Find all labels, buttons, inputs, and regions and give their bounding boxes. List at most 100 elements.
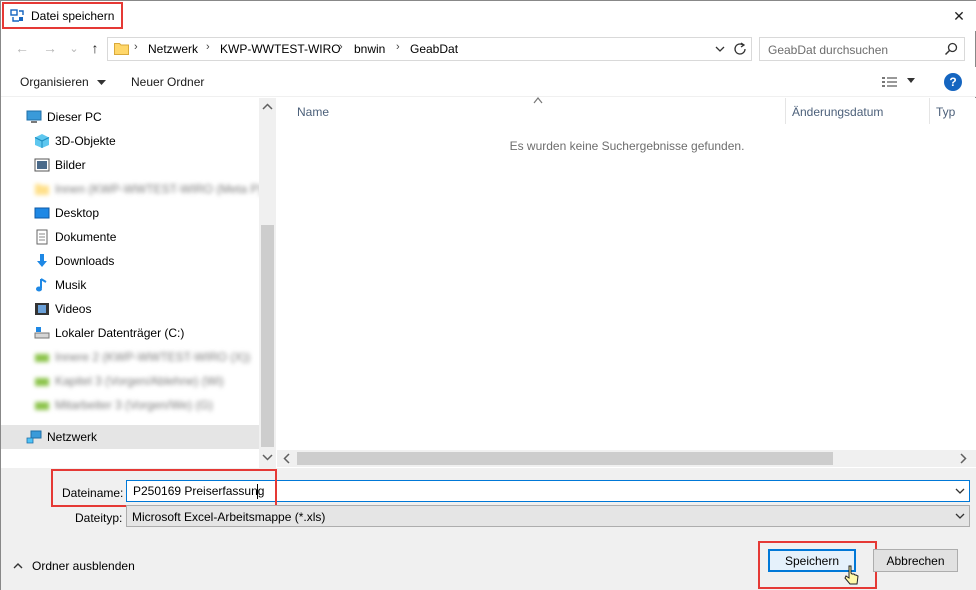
filetype-value: Microsoft Excel-Arbeitsmappe (*.xls) bbox=[132, 510, 326, 524]
arrow-right-icon: → bbox=[43, 40, 57, 56]
arrow-left-icon: ← bbox=[15, 40, 29, 56]
breadcrumb-separator: › bbox=[206, 41, 210, 53]
title-bar: Datei speichern ✕ bbox=[1, 1, 976, 31]
breadcrumb-separator: › bbox=[339, 41, 343, 53]
close-button[interactable]: ✕ bbox=[941, 1, 976, 31]
chevron-down-icon[interactable] bbox=[906, 77, 916, 85]
filename-highlight-box bbox=[51, 469, 277, 507]
nav-item-dieser-pc[interactable]: Dieser PC bbox=[1, 105, 259, 129]
nav-label: Lokaler Datenträger (C:) bbox=[55, 326, 185, 340]
documents-icon bbox=[36, 229, 48, 245]
file-list-scrollbar[interactable] bbox=[277, 450, 976, 467]
folder-icon bbox=[35, 184, 49, 195]
breadcrumb-separator: › bbox=[396, 41, 400, 53]
save-form: Dateiname: Dateityp: P250169 Preiserfass… bbox=[1, 468, 976, 590]
nav-label: Desktop bbox=[55, 206, 100, 220]
network-drive-icon bbox=[35, 354, 49, 362]
hide-folders-label: Ordner ausblenden bbox=[32, 559, 135, 573]
nav-scrollbar-thumb[interactable] bbox=[261, 225, 274, 447]
nav-item-musik[interactable]: Musik bbox=[1, 273, 259, 297]
search-placeholder: GeabDat durchsuchen bbox=[768, 43, 889, 57]
desktop-icon bbox=[34, 207, 50, 219]
network-icon bbox=[26, 430, 42, 444]
music-icon bbox=[36, 278, 47, 292]
column-divider[interactable] bbox=[929, 98, 930, 124]
chevron-down-icon[interactable] bbox=[955, 487, 965, 495]
organize-label: Organisieren bbox=[20, 75, 89, 89]
breadcrumb-geabdat[interactable]: GeabDat bbox=[410, 42, 458, 56]
dialog-title: Datei speichern bbox=[31, 9, 115, 23]
view-options-icon[interactable] bbox=[881, 75, 899, 89]
save-dialog-icon bbox=[10, 9, 24, 22]
nav-item-blurred-drive-3[interactable]: Mitarbeiter 3 (Vorgen/We) (G) bbox=[1, 393, 259, 417]
sort-ascending-icon bbox=[533, 97, 543, 104]
nav-label: Innere 2 (KWP-WWTEST-WIRO (X)) bbox=[55, 350, 251, 364]
address-bar[interactable]: › Netzwerk › KWP-WWTEST-WIRO › bnwin › G… bbox=[107, 37, 752, 61]
address-row: ← → ⌄ ↑ › Netzwerk › KWP-WWTEST-WIRO › b… bbox=[1, 35, 976, 63]
file-list-scrollbar-thumb[interactable] bbox=[297, 452, 833, 465]
column-header-date[interactable]: Änderungsdatum bbox=[792, 105, 883, 119]
save-button[interactable]: Speichern bbox=[768, 549, 856, 572]
refresh-icon[interactable] bbox=[731, 40, 751, 58]
folder-icon bbox=[114, 43, 129, 55]
arrow-up-icon: ↑ bbox=[91, 40, 99, 56]
back-button[interactable]: ← bbox=[13, 39, 31, 57]
scroll-down-icon[interactable] bbox=[262, 452, 273, 462]
nav-item-bilder[interactable]: Bilder bbox=[1, 153, 259, 177]
nav-item-blurred-drive-2[interactable]: Kapitel 3 (Vorgen/Ablehne) (Wi) bbox=[1, 369, 259, 393]
help-icon[interactable]: ? bbox=[944, 73, 962, 91]
close-icon: ✕ bbox=[953, 7, 965, 24]
nav-item-3d-objekte[interactable]: 3D-Objekte bbox=[1, 129, 259, 153]
cube-icon bbox=[34, 134, 50, 148]
new-folder-label: Neuer Ordner bbox=[131, 75, 205, 89]
nav-label: 3D-Objekte bbox=[55, 134, 116, 148]
breadcrumb-server[interactable]: KWP-WWTEST-WIRO bbox=[220, 42, 341, 56]
download-icon bbox=[37, 254, 47, 267]
nav-label: Kapitel 3 (Vorgen/Ablehne) (Wi) bbox=[55, 374, 224, 388]
network-drive-icon bbox=[35, 402, 49, 410]
scroll-right-icon[interactable] bbox=[958, 453, 968, 464]
filetype-select[interactable]: Microsoft Excel-Arbeitsmappe (*.xls) bbox=[126, 505, 970, 527]
hide-folders-button[interactable]: Ordner ausblenden bbox=[13, 557, 135, 575]
organize-button[interactable]: Organisieren bbox=[20, 75, 107, 89]
chevron-down-icon bbox=[97, 79, 107, 85]
nav-item-dokumente[interactable]: Dokumente bbox=[1, 225, 259, 249]
nav-item-blurred-folder[interactable]: Innen (KWP-WWTEST-WIRO (Meta P) bbox=[1, 177, 263, 201]
nav-item-desktop[interactable]: Desktop bbox=[1, 201, 259, 225]
search-icon[interactable] bbox=[944, 42, 958, 56]
chevron-down-icon[interactable] bbox=[955, 512, 965, 520]
monitor-icon bbox=[26, 110, 42, 123]
breadcrumb-separator: › bbox=[134, 41, 138, 53]
nav-item-lokaler-datentraeger[interactable]: Lokaler Datenträger (C:) bbox=[1, 321, 259, 345]
chevron-down-icon: ⌄ bbox=[69, 42, 79, 55]
recent-locations-button[interactable]: ⌄ bbox=[65, 39, 83, 57]
scroll-up-icon[interactable] bbox=[262, 102, 273, 112]
nav-label: Dokumente bbox=[55, 230, 117, 244]
forward-button[interactable]: → bbox=[41, 39, 59, 57]
column-header-type[interactable]: Typ bbox=[936, 105, 955, 119]
breadcrumb-netzwerk[interactable]: Netzwerk bbox=[148, 42, 198, 56]
nav-item-videos[interactable]: Videos bbox=[1, 297, 259, 321]
scroll-left-icon[interactable] bbox=[282, 453, 292, 464]
nav-label: Innen (KWP-WWTEST-WIRO (Meta P) bbox=[55, 182, 263, 196]
nav-label: Musik bbox=[55, 278, 87, 292]
navigation-pane: Dieser PC 3D-Objekte Bilder Innen (KWP-W… bbox=[1, 98, 276, 468]
nav-item-downloads[interactable]: Downloads bbox=[1, 249, 259, 273]
file-list: Name Änderungsdatum Typ Es wurden keine … bbox=[277, 97, 976, 468]
cancel-button[interactable]: Abbrechen bbox=[873, 549, 958, 572]
nav-label: Netzwerk bbox=[47, 430, 98, 444]
column-divider[interactable] bbox=[785, 98, 786, 124]
nav-item-blurred-drive-1[interactable]: Innere 2 (KWP-WWTEST-WIRO (X)) bbox=[1, 345, 259, 369]
nav-label: Dieser PC bbox=[47, 110, 102, 124]
column-header-name[interactable]: Name bbox=[297, 105, 329, 119]
address-dropdown-icon[interactable] bbox=[711, 41, 729, 57]
nav-scrollbar[interactable] bbox=[259, 98, 276, 468]
search-input[interactable]: GeabDat durchsuchen bbox=[759, 37, 965, 61]
mouse-cursor-icon bbox=[844, 565, 859, 585]
nav-item-netzwerk[interactable]: Netzwerk bbox=[1, 425, 259, 449]
nav-label: Mitarbeiter 3 (Vorgen/We) (G) bbox=[55, 398, 213, 412]
up-button[interactable]: ↑ bbox=[86, 39, 104, 57]
new-folder-button[interactable]: Neuer Ordner bbox=[131, 75, 204, 89]
breadcrumb-bnwin[interactable]: bnwin bbox=[354, 42, 385, 56]
filetype-label: Dateityp: bbox=[75, 511, 123, 525]
